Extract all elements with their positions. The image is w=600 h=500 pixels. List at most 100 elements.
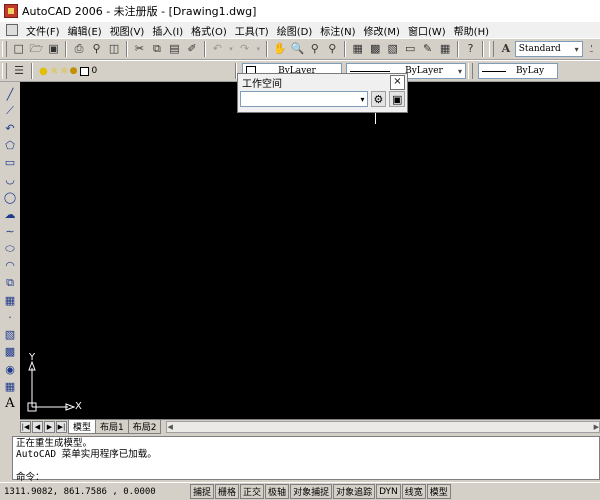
toolbar-grip[interactable] [2,41,7,57]
print-icon[interactable]: ⎙ [71,41,86,57]
revision-cloud-icon[interactable]: ☁ [2,206,18,222]
zoom-previous-icon[interactable]: ⚲ [325,41,340,57]
document-menu-icon[interactable] [6,24,18,36]
close-icon[interactable]: × [390,74,405,90]
lock-icon[interactable]: ● [70,66,78,76]
command-history[interactable]: 正在重生成模型。 AutoCAD 菜单实用程序已加载。 命令： [12,436,600,483]
new-icon[interactable]: □ [11,41,26,57]
design-center-icon[interactable]: ▩ [367,41,382,57]
tool-palettes-icon[interactable]: ▧ [385,41,400,57]
lineweight-select[interactable]: ByLay [478,63,558,79]
chevron-down-icon[interactable]: ▾ [361,95,365,104]
cut-icon[interactable]: ✂ [132,41,147,57]
ellipse-arc-icon[interactable]: ◠ [2,258,18,274]
coordinate-readout[interactable]: 1311.9082, 861.7586 , 0.0000 [0,487,190,497]
multiline-text-icon[interactable]: A [2,395,18,411]
menu-window[interactable]: 窗口(W) [404,23,450,38]
toolbar-grip[interactable] [468,63,473,79]
zoom-window-icon[interactable]: ⚲ [307,41,322,57]
print-preview-icon[interactable]: ⚲ [89,41,104,57]
undo-icon[interactable]: ↶ [210,41,225,57]
workspace-panel-titlebar[interactable]: 工作空间 × [238,74,407,90]
scroll-left-icon[interactable]: ◀ [167,423,172,431]
first-tab-icon[interactable]: |◀ [20,420,31,433]
tab-layout2[interactable]: 布局2 [127,419,162,434]
tab-model[interactable]: 模型 [68,419,97,434]
gradient-icon[interactable]: ▩ [2,344,18,360]
rectangle-icon[interactable]: ▭ [2,155,18,171]
open-icon[interactable]: 🗁 [28,41,43,57]
dyn-toggle[interactable]: DYN [376,484,401,499]
menu-file[interactable]: 文件(F) [22,23,64,38]
arc-icon[interactable]: ◡ [2,172,18,188]
properties-icon[interactable]: ▦ [350,41,365,57]
menu-tools[interactable]: 工具(T) [231,23,273,38]
region-icon[interactable]: ◉ [2,361,18,377]
menu-draw[interactable]: 绘图(D) [273,23,317,38]
lineweight-toggle[interactable]: 线宽 [401,484,426,499]
last-tab-icon[interactable]: ▶| [56,420,67,433]
chevron-down-icon[interactable]: ▾ [575,45,579,54]
polyline-icon[interactable]: ↶ [2,120,18,136]
point-icon[interactable]: · [2,309,18,325]
ortho-toggle[interactable]: 正交 [240,484,265,499]
workspace-select[interactable]: ▾ [240,91,368,107]
markup-icon[interactable]: ✎ [420,41,435,57]
light-bulb-icon[interactable]: ● [39,66,48,77]
next-tab-icon[interactable]: ▶ [44,420,55,433]
toolbar-grip[interactable] [489,41,495,57]
menu-insert[interactable]: 插入(I) [148,23,187,38]
help-icon[interactable]: ? [463,41,478,57]
make-block-icon[interactable]: ▦ [2,292,18,308]
dimension-style-icon[interactable]: ⍘ [584,41,599,57]
table-icon[interactable]: ▦ [2,378,18,394]
construction-line-icon[interactable]: ⟋ [2,103,18,119]
pan-icon[interactable]: ✋ [272,41,287,57]
match-properties-icon[interactable]: ✐ [184,41,199,57]
prev-tab-icon[interactable]: ◀ [32,420,43,433]
redo-icon[interactable]: ↷ [237,41,252,57]
layers-icon[interactable]: ☰ [11,63,27,79]
spline-icon[interactable]: ∼ [2,224,18,240]
zoom-realtime-icon[interactable]: 🔍 [290,41,305,57]
text-style-icon[interactable]: A [498,41,513,57]
workspace-save-icon[interactable]: ▣ [389,91,406,107]
menu-format[interactable]: 格式(O) [187,23,231,38]
menu-modify[interactable]: 修改(M) [360,23,404,38]
osnap-toggle[interactable]: 对象捕捉 [290,484,333,499]
horizontal-scrollbar[interactable]: ◀ ▶ [166,420,600,433]
layer-select[interactable]: ● ☼ ☼ ● 0 [36,63,232,79]
grid-toggle[interactable]: 栅格 [215,484,240,499]
tab-layout1[interactable]: 布局1 [95,419,129,434]
workspace-settings-icon[interactable]: ⚙ [370,91,387,107]
autocad-app-icon[interactable] [4,4,18,18]
calculator-icon[interactable]: ▦ [437,41,452,57]
circle-icon[interactable]: ◯ [2,189,18,205]
publish-icon[interactable]: ◫ [106,41,121,57]
hatch-icon[interactable]: ▧ [2,327,18,343]
undo-dropdown-icon[interactable]: ▾ [227,41,235,57]
chevron-down-icon[interactable]: ▾ [458,67,462,76]
redo-dropdown-icon[interactable]: ▾ [254,41,262,57]
sheet-set-icon[interactable]: ▭ [402,41,417,57]
toolbar-grip[interactable] [2,63,7,79]
ellipse-icon[interactable]: ⬭ [2,241,18,257]
insert-block-icon[interactable]: ⧉ [2,275,18,291]
sun-icon[interactable]: ☼ [50,66,59,77]
sun-vp-icon[interactable]: ☼ [60,66,69,77]
color-square-icon[interactable] [79,66,89,76]
snap-toggle[interactable]: 捕捉 [190,484,215,499]
otrack-toggle[interactable]: 对象追踪 [333,484,376,499]
model-toggle[interactable]: 模型 [426,484,451,499]
paste-icon[interactable]: ▤ [167,41,182,57]
save-icon[interactable]: ▣ [46,41,61,57]
menu-edit[interactable]: 编辑(E) [64,23,106,38]
copy-icon[interactable]: ⧉ [149,41,164,57]
menu-dimension[interactable]: 标注(N) [316,23,359,38]
line-icon[interactable]: ╱ [2,86,18,102]
text-style-select[interactable]: Standard ▾ [514,41,583,57]
scroll-right-icon[interactable]: ▶ [594,423,599,431]
menu-view[interactable]: 视图(V) [106,23,149,38]
drawing-canvas[interactable]: Y X [20,82,600,419]
polygon-icon[interactable]: ⬠ [2,138,18,154]
